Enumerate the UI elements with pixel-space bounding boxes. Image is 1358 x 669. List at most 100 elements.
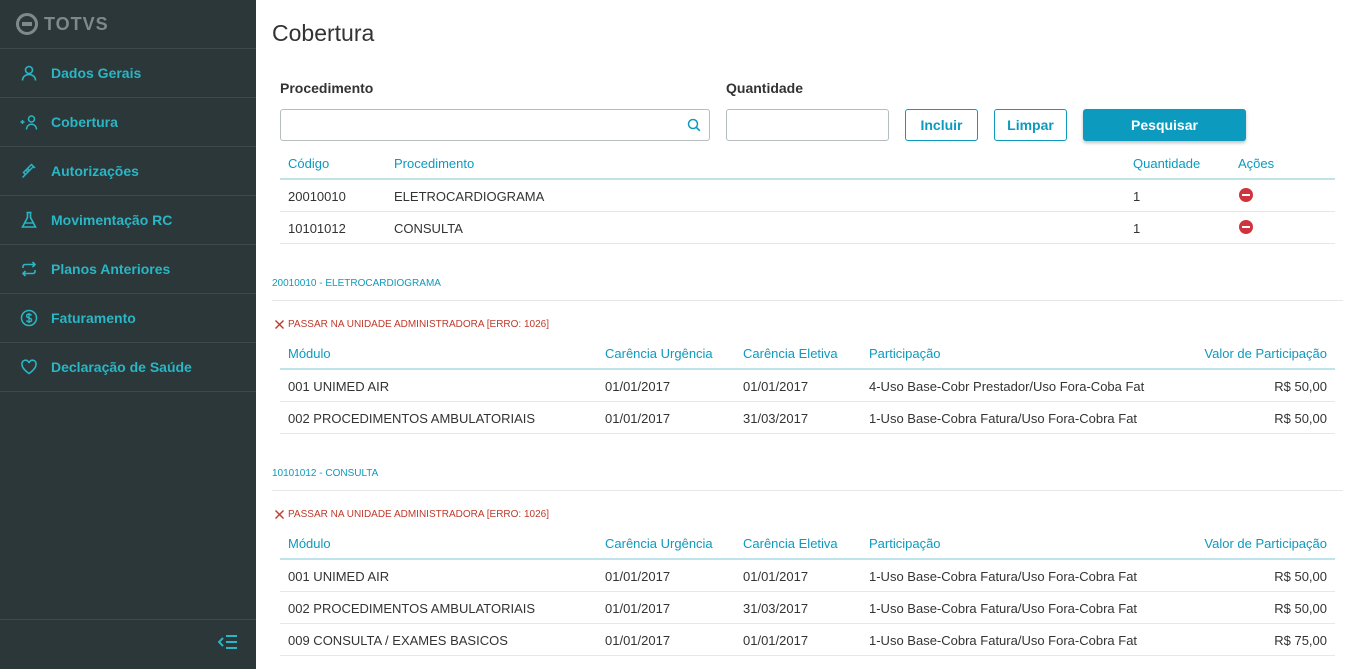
table-row: 001 UNIMED AIR 01/01/2017 01/01/2017 1-U… [280,560,1335,592]
urgencia-cell: 01/01/2017 [605,601,671,616]
sidebar-item-label: Movimentação RC [51,212,173,228]
valor-cell: R$ 50,00 [1274,569,1327,584]
table-header: Módulo Carência Urgência Carência Eletiv… [280,338,1335,370]
quantidade-cell: 1 [1133,221,1141,236]
sidebar-item-label: Dados Gerais [51,65,142,81]
sidebar-item-label: Declaração de Saúde [51,359,192,375]
limpar-button[interactable]: Limpar [994,109,1067,141]
coverage-table: Módulo Carência Urgência Carência Eletiv… [280,338,1335,434]
syringe-icon [20,162,38,180]
column-header-modulo[interactable]: Módulo [288,346,331,361]
coverage-table: Módulo Carência Urgência Carência Eletiv… [280,528,1335,656]
column-header-codigo[interactable]: Código [288,156,329,171]
urgencia-cell: 01/01/2017 [605,411,671,426]
close-icon [275,320,284,329]
table-row: 001 UNIMED AIR 01/01/2017 01/01/2017 4-U… [280,370,1335,402]
section-divider [272,300,1343,301]
column-header-quantidade[interactable]: Quantidade [1133,156,1200,171]
sidebar-item-faturamento[interactable]: Faturamento [0,294,256,343]
modulo-cell: 002 PROCEDIMENTOS AMBULATORIAIS [288,601,536,616]
sidebar-item-label: Autorizações [51,163,139,179]
table-row: 20010010 ELETROCARDIOGRAMA 1 [280,180,1335,212]
sidebar-item-autorizacoes[interactable]: Autorizações [0,147,256,196]
flask-icon [20,211,38,229]
error-text: PASSAR NA UNIDADE ADMINISTRADORA [ERRO: … [288,509,549,520]
quantidade-cell: 1 [1133,189,1141,204]
eletiva-cell: 01/01/2017 [743,569,809,584]
totvs-logo: TOTVS [0,0,256,49]
section-title: 10101012 - CONSULTA [272,468,379,479]
column-header-valor[interactable]: Valor de Participação [1204,346,1327,361]
column-header-valor[interactable]: Valor de Participação [1204,536,1327,551]
column-header-participacao[interactable]: Participação [869,346,941,361]
procedimento-search-input[interactable] [280,109,710,141]
table-row: 009 CONSULTA / EXAMES BASICOS 01/01/2017… [280,624,1335,656]
eletiva-cell: 31/03/2017 [743,601,809,616]
sidebar-item-declaracao-saude[interactable]: Declaração de Saúde [0,343,256,392]
column-header-acoes: Ações [1238,156,1275,171]
urgencia-cell: 01/01/2017 [605,569,671,584]
participacao-cell: 1-Uso Base-Cobra Fatura/Uso Fora-Cobra F… [869,601,1138,616]
table-row: 002 PROCEDIMENTOS AMBULATORIAIS 01/01/20… [280,402,1335,434]
sidebar-item-movimentacao-rc[interactable]: Movimentação RC [0,196,256,245]
table-row: 10101012 CONSULTA 1 [280,212,1335,244]
dollar-icon [20,309,38,327]
section-divider [272,490,1343,491]
procedimento-label: Procedimento [280,80,374,96]
refresh-icon [20,260,38,278]
add-user-icon [20,113,38,131]
participacao-cell: 1-Uso Base-Cobra Fatura/Uso Fora-Cobra F… [869,569,1138,584]
column-header-participacao[interactable]: Participação [869,536,941,551]
remove-icon[interactable] [1239,188,1253,202]
sidebar-item-planos-anteriores[interactable]: Planos Anteriores [0,245,256,294]
totvs-logo-icon [16,13,38,35]
sidebar: TOTVS Dados Gerais Cobertura Autorizaçõe… [0,0,256,669]
column-header-procedimento[interactable]: Procedimento [394,156,474,171]
search-icon[interactable] [687,118,701,132]
quantidade-label: Quantidade [726,80,804,96]
table-header: Código Procedimento Quantidade Ações [280,148,1335,180]
modulo-cell: 002 PROCEDIMENTOS AMBULATORIAIS [288,411,536,426]
participacao-cell: 1-Uso Base-Cobra Fatura/Uso Fora-Cobra F… [869,411,1138,426]
column-header-carencia-urgencia[interactable]: Carência Urgência [605,536,713,551]
participacao-cell: 4-Uso Base-Cobr Prestador/Uso Fora-Coba … [869,379,1145,394]
incluir-button[interactable]: Incluir [905,109,978,141]
sidebar-item-cobertura[interactable]: Cobertura [0,98,256,147]
sidebar-item-label: Faturamento [51,310,136,326]
error-message: PASSAR NA UNIDADE ADMINISTRADORA [ERRO: … [274,509,549,520]
collapse-menu-icon[interactable] [217,633,238,651]
sidebar-item-label: Cobertura [51,114,118,130]
column-header-carencia-eletiva[interactable]: Carência Eletiva [743,536,838,551]
modulo-cell: 009 CONSULTA / EXAMES BASICOS [288,633,508,648]
pesquisar-button[interactable]: Pesquisar [1083,109,1246,141]
participacao-cell: 1-Uso Base-Cobra Fatura/Uso Fora-Cobra F… [869,633,1138,648]
logo-text: TOTVS [44,13,109,34]
table-header: Módulo Carência Urgência Carência Eletiv… [280,528,1335,560]
codigo-cell: 10101012 [288,221,346,236]
remove-icon[interactable] [1239,220,1253,234]
column-header-modulo[interactable]: Módulo [288,536,331,551]
modulo-cell: 001 UNIMED AIR [288,379,390,394]
quantidade-input[interactable] [726,109,889,141]
table-row: 002 PROCEDIMENTOS AMBULATORIAIS 01/01/20… [280,592,1335,624]
sidebar-item-dados-gerais[interactable]: Dados Gerais [0,49,256,98]
main-content: Cobertura Procedimento Quantidade Inclui… [256,0,1358,669]
eletiva-cell: 31/03/2017 [743,411,809,426]
page-title: Cobertura [272,20,375,46]
valor-cell: R$ 50,00 [1274,379,1327,394]
urgencia-cell: 01/01/2017 [605,379,671,394]
close-icon [275,510,284,519]
modulo-cell: 001 UNIMED AIR [288,569,390,584]
valor-cell: R$ 75,00 [1274,633,1327,648]
error-text: PASSAR NA UNIDADE ADMINISTRADORA [ERRO: … [288,319,549,330]
section-title: 20010010 - ELETROCARDIOGRAMA [272,278,441,289]
error-message: PASSAR NA UNIDADE ADMINISTRADORA [ERRO: … [274,319,549,330]
sidebar-item-label: Planos Anteriores [51,261,171,277]
column-header-carencia-urgencia[interactable]: Carência Urgência [605,346,713,361]
valor-cell: R$ 50,00 [1274,601,1327,616]
column-header-carencia-eletiva[interactable]: Carência Eletiva [743,346,838,361]
urgencia-cell: 01/01/2017 [605,633,671,648]
sidebar-divider [0,619,256,620]
eletiva-cell: 01/01/2017 [743,633,809,648]
codigo-cell: 20010010 [288,189,346,204]
